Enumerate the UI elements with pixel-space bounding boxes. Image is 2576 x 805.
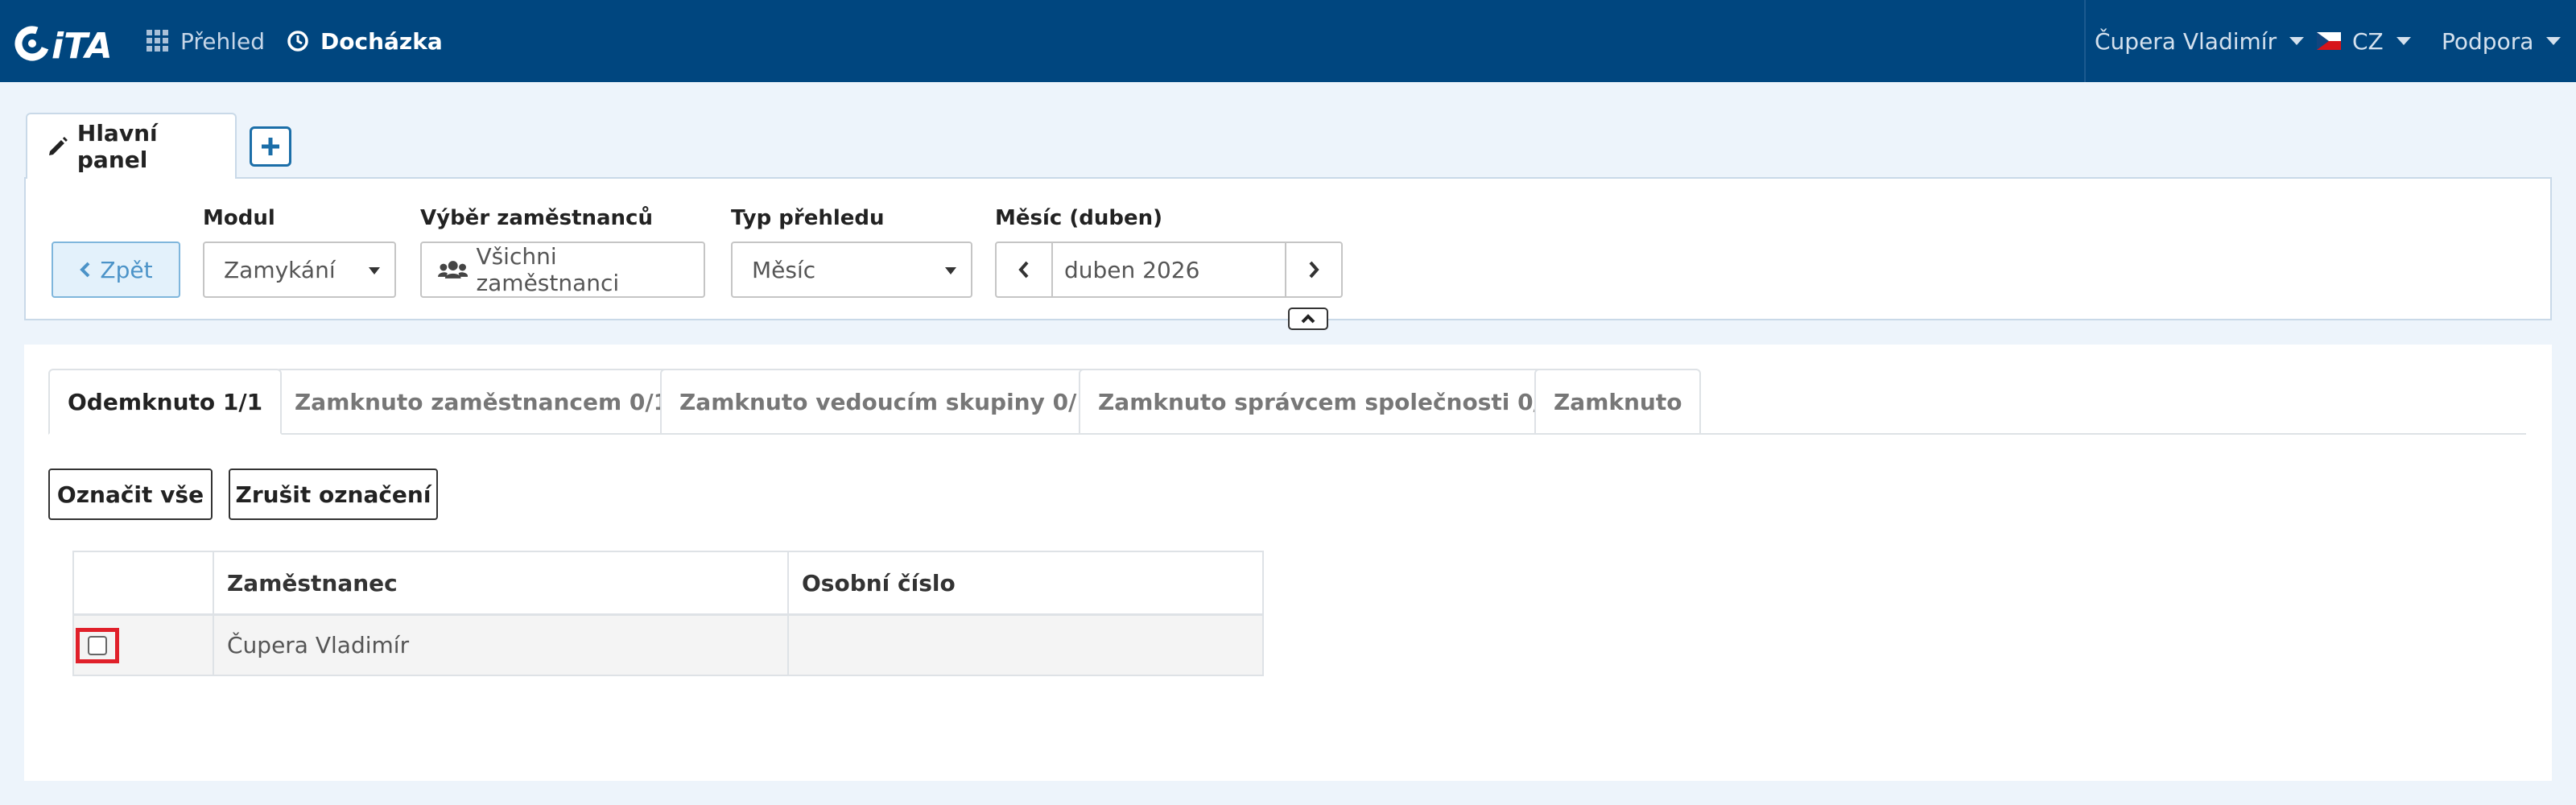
type-label: Typ přehledu [731,206,885,230]
tab-label: Odemknuto 1/1 [68,388,263,415]
chevron-down-icon [2289,37,2305,45]
row-select-cell [74,616,214,675]
user-menu[interactable]: Čupera Vladimír [2095,0,2305,82]
back-button[interactable]: Zpět [52,242,180,298]
module-value: Zamykání [224,256,336,283]
chevron-down-icon [2396,37,2411,45]
tab-zamknuto-vedoucim[interactable]: Zamknuto vedoucím skupiny 0/1 [660,369,1112,435]
personal-number-cell [789,616,1262,675]
plus-icon [262,138,279,155]
users-icon [438,261,469,279]
chevron-down-icon [2546,37,2562,45]
tab-hlavni-panel-label: Hlavní panel [76,120,158,173]
svg-text:iTA: iTA [52,26,113,63]
month-input[interactable]: duben 2026 [1064,243,1199,296]
header-select [74,552,214,613]
month-picker: duben 2026 [995,242,1343,298]
top-navbar: iTA Přehled Docházka Čupera Vladimír CZ [0,0,2576,82]
select-all-label: Označit vše [56,481,204,508]
deselect-label: Zrušit označení [235,481,431,508]
language-label: CZ [2352,27,2384,55]
czech-flag-icon [2317,32,2341,50]
nav-prehled-label: Přehled [180,27,266,55]
language-menu[interactable]: CZ [2317,0,2411,82]
navbar-divider [2084,0,2086,82]
type-value: Měsíc [752,256,816,283]
module-select[interactable]: Zamykání [203,242,396,298]
tab-zamknuto-spravcem[interactable]: Zamknuto správcem společnosti 0/1 [1079,369,1577,435]
nav-dochazka-label: Docházka [320,27,443,55]
table-header-row: Zaměstnanec Osobní číslo [74,552,1262,613]
pencil-icon [48,137,68,155]
employee-cell: Čupera Vladimír [214,616,789,675]
tab-label: Zamknuto zaměstnancem 0/1 [295,388,670,415]
table-row[interactable]: Čupera Vladimír [74,613,1262,675]
deselect-button[interactable]: Zrušit označení [229,469,438,520]
nav-dochazka[interactable]: Docházka [287,0,443,82]
header-personal-number: Osobní číslo [802,569,956,597]
tab-zamknuto-zamestnancem[interactable]: Zamknuto zaměstnancem 0/1 [275,369,689,435]
month-next-button[interactable] [1285,243,1341,296]
add-panel-button[interactable] [250,126,291,167]
grid-icon [147,30,168,52]
employees-label: Výběr zaměstnanců [420,206,653,230]
content-card: Odemknuto 1/1 Zamknuto zaměstnancem 0/1 … [24,345,2552,781]
nav-prehled[interactable]: Přehled [147,0,265,82]
tab-label: Zamknuto vedoucím skupiny 0/1 [679,388,1092,415]
month-label: Měsíc (duben) [995,206,1162,230]
row-checkbox-highlight[interactable] [76,627,119,663]
tab-odemknuto[interactable]: Odemknuto 1/1 [48,369,283,435]
filter-panel: Zpět Modul Zamykání Výběr zaměstnanců Vš… [24,177,2552,320]
support-menu[interactable]: Podpora [2442,0,2562,82]
tab-label: Zamknuto [1554,388,1682,415]
module-label: Modul [203,206,275,230]
chevron-right-icon [1309,261,1319,279]
chevron-left-icon [80,262,90,278]
support-label: Podpora [2442,27,2534,55]
employees-table: Zaměstnanec Osobní číslo Čupera Vladimír [72,551,1264,676]
clock-icon [287,31,308,52]
dropdown-arrow-icon [369,267,380,275]
cita-logo[interactable]: iTA [14,23,123,63]
employees-value: Všichni zaměstnanci [476,243,620,296]
user-name: Čupera Vladimír [2095,27,2277,55]
tab-zamknuto[interactable]: Zamknuto [1534,369,1702,435]
back-button-label: Zpět [100,256,153,283]
chevron-left-icon [1018,261,1029,279]
row-checkbox[interactable] [88,635,107,655]
tab-label: Zamknuto správcem společnosti 0/1 [1098,388,1558,415]
select-all-button[interactable]: Označit vše [48,469,213,520]
header-employee: Zaměstnanec [214,552,789,613]
employees-select[interactable]: Všichni zaměstnanci [420,242,705,298]
type-select[interactable]: Měsíc [731,242,972,298]
dropdown-arrow-icon [945,267,956,275]
month-value: duben 2026 [1064,256,1200,283]
collapse-filters-button[interactable] [1288,308,1328,330]
tab-hlavni-panel[interactable]: Hlavní panel [26,113,237,179]
chevron-up-icon [1301,314,1315,324]
month-prev-button[interactable] [997,243,1053,296]
